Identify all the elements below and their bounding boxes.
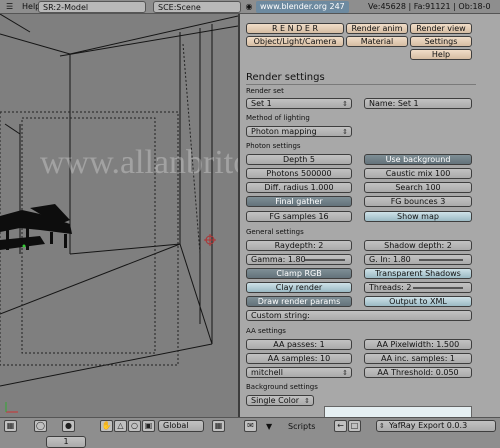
threads-slider[interactable]: Threads: 2 [364,282,472,293]
gamma-in-slider[interactable]: G. In: 1.80 [364,254,472,265]
aa-inc-samples-field[interactable]: AA inc. samples: 1 [364,353,472,364]
updown-arrow-icon: ⇕ [379,422,385,430]
lighting-label: Method of lighting [246,114,310,122]
settings-tab[interactable]: Settings [410,36,472,47]
blender-logo-icon: ◉ [245,2,253,11]
aa-samples-field[interactable]: AA samples: 10 [246,353,352,364]
rotate-icon[interactable]: ○ [128,420,141,432]
aa-settings-label: AA settings [246,327,286,335]
help-button[interactable]: Help [410,49,472,60]
website-label: www.blender.org 247 [256,1,349,13]
caustic-mix-field[interactable]: Caustic mix 100 [364,168,472,179]
scene-selector[interactable]: SCE:Scene [153,1,241,13]
yafray-export-panel: R E N D E R Render anim Render view Obje… [238,14,500,417]
output-to-xml-toggle[interactable]: Output to XML [364,296,472,307]
updown-arrow-icon: ⇕ [342,100,348,108]
updown-arrow-icon: ⇕ [342,369,348,377]
clay-render-toggle[interactable]: Clay render [246,282,352,293]
script-name: YafRay Export 0.0.3 [389,421,468,430]
transparent-shadows-toggle[interactable]: Transparent Shadows [364,268,472,279]
aa-filter-value: mitchell [251,368,283,377]
photon-settings-label: Photon settings [246,142,301,150]
slider-track [419,259,463,261]
show-map-toggle[interactable]: Show map [364,211,472,222]
render-set-name-field[interactable]: Name: Set 1 [364,98,472,109]
object-mode-icon[interactable]: ◯ [34,420,47,432]
render-set-dropdown[interactable]: Set 1 ⇕ [246,98,352,109]
slider-track [305,259,345,261]
material-tab[interactable]: Material [346,36,408,47]
final-gather-toggle[interactable]: Final gather [246,196,352,207]
aa-passes-field[interactable]: AA passes: 1 [246,339,352,350]
3d-viewport[interactable]: www.allanbrito.com [0,14,238,417]
background-color-swatch[interactable] [324,406,472,417]
use-background-toggle[interactable]: Use background [364,154,472,165]
render-button[interactable]: R E N D E R [246,23,344,34]
draw-render-params-toggle[interactable]: Draw render params [246,296,352,307]
divider [246,84,476,85]
view-type-icon[interactable]: ▦ [4,420,17,432]
transform-orientation-dropdown[interactable]: Global [158,420,204,432]
viewport-scene[interactable] [0,14,238,417]
panel-title: Render settings [246,72,325,83]
background-settings-label: Background settings [246,383,318,391]
draw-type-icon[interactable]: ● [62,420,75,432]
script-selector[interactable]: ⇕ YafRay Export 0.0.3 [376,420,496,432]
screen-selector[interactable]: SR:2-Model [38,1,146,13]
threads-value: Threads: 2 [369,283,412,292]
search-field[interactable]: Search 100 [364,182,472,193]
script-window-icon[interactable]: ✉ [244,420,257,432]
gamma-slider[interactable]: Gamma: 1.80 [246,254,352,265]
back-arrow-icon[interactable]: ← [334,420,347,432]
photons-field[interactable]: Photons 500000 [246,168,352,179]
render-view-button[interactable]: Render view [410,23,472,34]
background-type-dropdown[interactable]: Single Color ⇕ [246,395,314,406]
bottom-header: ▦ ◯ ● ✋ △ ○ ▣ Global ▦ ✉ ▼ Scripts ← □ ⇕… [0,417,500,448]
collapse-arrow-icon[interactable]: ▼ [262,421,276,433]
fg-samples-field[interactable]: FG samples 16 [246,211,352,222]
top-header: ☰ Help SR:2-Model SCE:Scene ◉ www.blende… [0,0,500,14]
clamp-rgb-toggle[interactable]: Clamp RGB [246,268,352,279]
watermark: www.allanbrito.com [40,144,238,181]
window-icon[interactable]: □ [348,420,361,432]
render-anim-button[interactable]: Render anim [346,23,408,34]
custom-string-field[interactable]: Custom string: [246,310,472,321]
render-set-label: Render set [246,87,284,95]
scripts-menu[interactable]: Scripts [284,421,319,433]
shadow-depth-field[interactable]: Shadow depth: 2 [364,240,472,251]
gamma-value: Gamma: 1.80 [251,255,306,264]
gamma-in-value: G. In: 1.80 [369,255,411,264]
aa-filter-dropdown[interactable]: mitchell ⇕ [246,367,352,378]
lighting-method-dropdown[interactable]: Photon mapping ⇕ [246,126,352,137]
scale-icon[interactable]: ▣ [142,420,155,432]
updown-arrow-icon: ⇕ [304,397,310,405]
updown-arrow-icon: ⇕ [342,128,348,136]
fg-bounces-field[interactable]: FG bounces 3 [364,196,472,207]
slider-track [413,287,463,289]
lighting-method-value: Photon mapping [251,127,317,136]
diff-radius-field[interactable]: Diff. radius 1.000 [246,182,352,193]
grip-icon[interactable]: ☰ [2,1,17,13]
aa-threshold-field[interactable]: AA Threshold: 0.050 [364,367,472,378]
scene-stats: Ve:45628 | Fa:91121 | Ob:18-0 [368,2,491,11]
object-light-camera-tab[interactable]: Object/Light/Camera [246,36,344,47]
background-type-value: Single Color [251,396,300,405]
hand-icon[interactable]: ✋ [100,420,113,432]
aa-pixelwidth-field[interactable]: AA Pixelwidth: 1.500 [364,339,472,350]
transform-orientation-value: Global [163,421,189,430]
translate-icon[interactable]: △ [114,420,127,432]
layers-icon[interactable]: ▦ [212,420,225,432]
frame-field[interactable]: 1 [46,436,86,448]
raydepth-field[interactable]: Raydepth: 2 [246,240,352,251]
depth-field[interactable]: Depth 5 [246,154,352,165]
render-set-value: Set 1 [251,99,272,108]
general-settings-label: General settings [246,228,304,236]
